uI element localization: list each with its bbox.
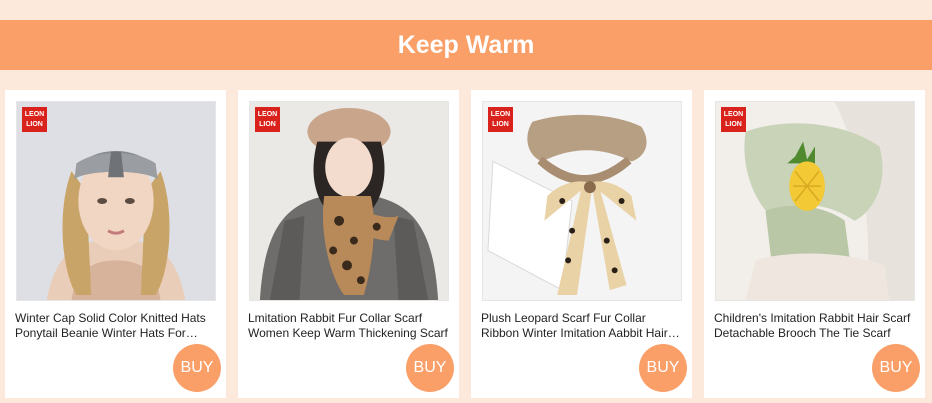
brand-logo-icon: LEON LION — [22, 107, 47, 132]
section-title: Keep Warm — [397, 30, 535, 59]
product-image[interactable]: LEON LION — [482, 101, 682, 301]
section-banner: Keep Warm — [0, 20, 932, 70]
buy-button[interactable]: BUY — [872, 344, 920, 392]
product-card[interactable]: LEON LION Winter Cap Solid Color Knitted… — [5, 90, 226, 398]
product-title[interactable]: Children's Imitation Rabbit Hair Scarf D… — [714, 311, 915, 341]
product-card[interactable]: LEON LION Children's Imitation Rabbit Ha… — [704, 90, 925, 398]
product-title[interactable]: Lmitation Rabbit Fur Collar Scarf Women … — [248, 311, 449, 341]
product-image[interactable]: LEON LION — [249, 101, 449, 301]
buy-button[interactable]: BUY — [406, 344, 454, 392]
product-grid: LEON LION Winter Cap Solid Color Knitted… — [5, 90, 925, 398]
product-card[interactable]: LEON LION Plush Leopard Scarf Fur Collar… — [471, 90, 692, 398]
product-title[interactable]: Plush Leopard Scarf Fur Collar Ribbon Wi… — [481, 311, 682, 341]
product-card[interactable]: LEON LION Lmitation Rabbit Fur Collar Sc… — [238, 90, 459, 398]
buy-button[interactable]: BUY — [173, 344, 221, 392]
product-image[interactable]: LEON LION — [715, 101, 915, 301]
buy-button[interactable]: BUY — [639, 344, 687, 392]
brand-logo-icon: LEON LION — [721, 107, 746, 132]
brand-logo-icon: LEON LION — [255, 107, 280, 132]
product-image[interactable]: LEON LION — [16, 101, 216, 301]
product-title[interactable]: Winter Cap Solid Color Knitted Hats Pony… — [15, 311, 216, 341]
brand-logo-icon: LEON LION — [488, 107, 513, 132]
